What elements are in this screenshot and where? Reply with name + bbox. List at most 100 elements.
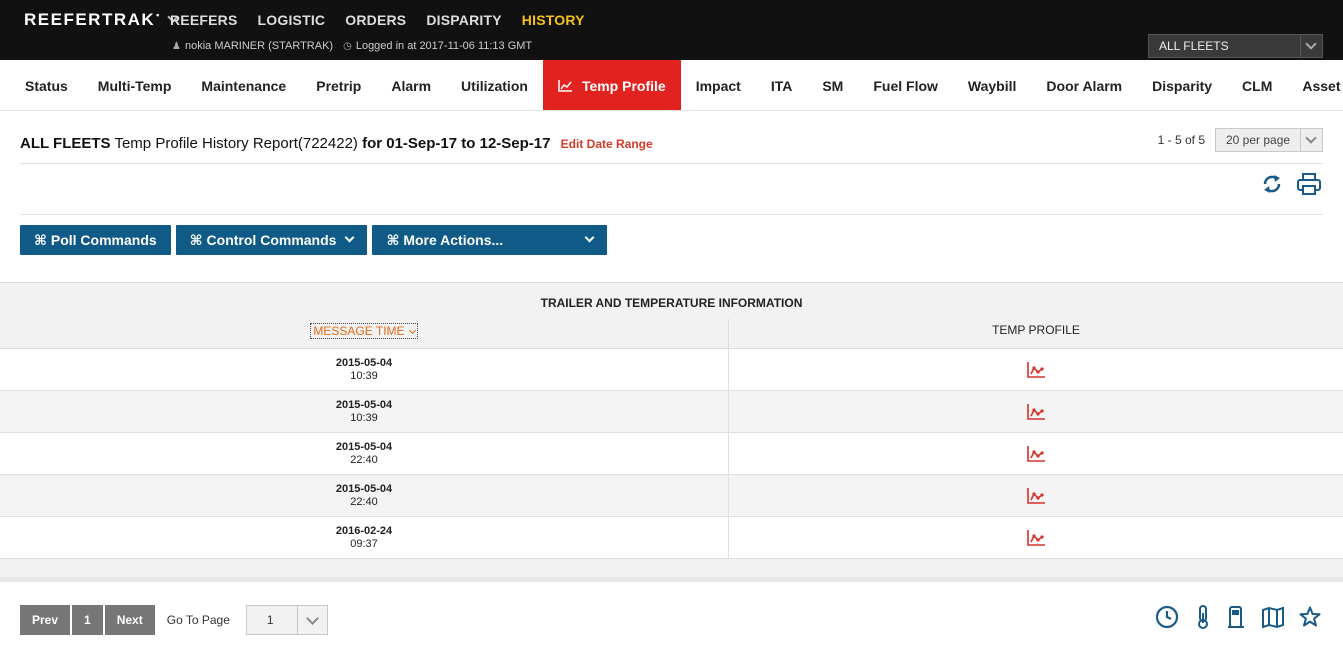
table-row: 2016-02-24 09:37: [0, 517, 1343, 559]
report-fleet: ALL FLEETS: [20, 135, 111, 152]
chart-icon[interactable]: [1027, 403, 1045, 420]
report-tabs: Status Multi-Temp Maintenance Pretrip Al…: [0, 60, 1343, 111]
chart-icon[interactable]: [1027, 445, 1045, 462]
topnav-disparity[interactable]: DISPARITY: [426, 12, 501, 28]
brand-mark: •: [156, 10, 161, 20]
tab-door-alarm[interactable]: Door Alarm: [1031, 60, 1137, 110]
topnav-history[interactable]: HISTORY: [522, 12, 585, 28]
user-name-wrap: ♟ nokia MARINER (STARTRAK): [172, 40, 333, 52]
go-to-page-select[interactable]: 1: [245, 605, 328, 635]
temp-profile-cell: [729, 517, 1343, 558]
tab-clm[interactable]: CLM: [1227, 60, 1287, 110]
tab-impact[interactable]: Impact: [681, 60, 756, 110]
divider: [20, 214, 1323, 215]
tab-waybill[interactable]: Waybill: [953, 60, 1032, 110]
go-to-page-label: Go To Page: [166, 613, 230, 627]
fleet-select[interactable]: ALL FLEETS: [1148, 34, 1323, 58]
header-message-time: MESSAGE TIME: [0, 319, 729, 348]
star-icon[interactable]: [1299, 606, 1321, 628]
footer-icons: [1155, 605, 1321, 629]
tab-pretrip[interactable]: Pretrip: [301, 60, 376, 110]
tab-utilization[interactable]: Utilization: [446, 60, 543, 110]
topnav-logistic[interactable]: LOGISTIC: [258, 12, 326, 28]
page-1-button[interactable]: 1: [72, 605, 103, 635]
next-button[interactable]: Next: [104, 605, 155, 635]
more-actions-label: ⌘ More Actions...: [386, 231, 504, 248]
thermometer-icon[interactable]: [1193, 605, 1213, 629]
tab-temp-profile-label: Temp Profile: [581, 77, 666, 94]
temp-profile-cell: [729, 349, 1343, 390]
bottom-pager: Prev 1 Next Go To Page 1: [20, 605, 328, 635]
chevron-down-icon[interactable]: [1300, 35, 1322, 57]
control-commands-button[interactable]: ⌘ Control Commands: [175, 225, 368, 255]
chevron-down-icon[interactable]: [1300, 129, 1322, 151]
refresh-icon[interactable]: [1261, 173, 1283, 195]
message-date: 2015-05-04: [335, 399, 393, 411]
per-page-value: 20 per page: [1226, 133, 1291, 147]
temp-profile-cell: [729, 391, 1343, 432]
top-pager: 1 - 5 of 5 20 per page: [1158, 128, 1323, 152]
tab-sm[interactable]: SM: [807, 60, 858, 110]
topnav-reefers[interactable]: REEFERS: [170, 12, 238, 28]
clock-icon[interactable]: [1155, 605, 1179, 629]
login-time: Logged in at 2017-11-06 11:13 GMT: [355, 40, 533, 52]
more-actions-button[interactable]: ⌘ More Actions...: [372, 225, 608, 255]
tab-status[interactable]: Status: [0, 60, 83, 110]
table-row: 2015-05-04 10:39: [0, 391, 1343, 433]
chevron-down-icon[interactable]: [296, 606, 327, 634]
top-nav: REEFERS LOGISTIC ORDERS DISPARITY HISTOR…: [170, 12, 585, 28]
message-date: 2015-05-04: [335, 483, 393, 495]
temp-profile-cell: [729, 433, 1343, 474]
message-date: 2016-02-24: [335, 525, 393, 537]
header-temp-profile: TEMP PROFILE: [992, 323, 1080, 337]
chart-icon[interactable]: [1027, 361, 1045, 378]
poll-commands-label: ⌘ Poll Commands: [34, 231, 157, 248]
message-time-cell: 2015-05-04 22:40: [0, 475, 729, 516]
go-to-page-value: 1: [266, 613, 274, 627]
chart-icon[interactable]: [1027, 529, 1045, 546]
map-icon[interactable]: [1261, 605, 1285, 629]
chevron-down-icon: [585, 232, 595, 242]
table-row: 2015-05-04 22:40: [0, 475, 1343, 517]
chart-icon: [558, 79, 572, 92]
table-row: 2015-05-04 10:39: [0, 349, 1343, 391]
tab-fuel-flow[interactable]: Fuel Flow: [858, 60, 953, 110]
action-bar: ⌘ Poll Commands ⌘ Control Commands ⌘ Mor…: [20, 225, 608, 255]
chevron-down-icon: [345, 232, 355, 242]
user-icon: ♟: [172, 41, 181, 52]
topnav-orders[interactable]: ORDERS: [345, 12, 406, 28]
table-body: 2015-05-04 10:39 2015-05-04 10:39 2015-05-04…: [0, 349, 1343, 559]
table-footer-bar: [0, 577, 1343, 582]
brand-menu[interactable]: REEFERTRAK •: [24, 10, 179, 30]
tab-disparity[interactable]: Disparity: [1137, 60, 1227, 110]
chevron-down-icon: [408, 326, 416, 335]
edit-date-range-link[interactable]: Edit Date Range: [561, 137, 653, 151]
chart-icon[interactable]: [1027, 487, 1045, 504]
tab-temp-profile[interactable]: Temp Profile: [542, 60, 681, 110]
report-tools: [1261, 173, 1321, 195]
clock-icon: ◷: [343, 41, 352, 52]
poll-commands-button[interactable]: ⌘ Poll Commands: [20, 225, 171, 255]
tab-asset-co[interactable]: Asset Co: [1287, 60, 1343, 110]
per-page-select[interactable]: 20 per page: [1215, 128, 1323, 152]
message-time: 22:40: [350, 454, 378, 466]
brand-name: REEFERTRAK: [24, 10, 156, 29]
message-time: 22:40: [350, 496, 378, 508]
tab-alarm[interactable]: Alarm: [376, 60, 446, 110]
divider: [20, 163, 1323, 164]
prev-button[interactable]: Prev: [20, 605, 71, 635]
message-time-cell: 2015-05-04 10:39: [0, 391, 729, 432]
table-caption: TRAILER AND TEMPERATURE INFORMATION: [540, 296, 803, 310]
print-icon[interactable]: [1297, 173, 1321, 195]
message-time-cell: 2016-02-24 09:37: [0, 517, 729, 558]
top-bar: REEFERTRAK • REEFERS LOGISTIC ORDERS DISP…: [0, 0, 1343, 60]
message-date: 2015-05-04: [335, 357, 393, 369]
sort-message-time-button[interactable]: MESSAGE TIME: [310, 323, 418, 339]
temp-profile-cell: [729, 475, 1343, 516]
fuel-icon[interactable]: [1227, 605, 1247, 629]
tab-multi-temp[interactable]: Multi-Temp: [83, 60, 187, 110]
tab-ita[interactable]: ITA: [756, 60, 808, 110]
message-time: 10:39: [350, 370, 378, 382]
message-time-cell: 2015-05-04 22:40: [0, 433, 729, 474]
tab-maintenance[interactable]: Maintenance: [186, 60, 301, 110]
